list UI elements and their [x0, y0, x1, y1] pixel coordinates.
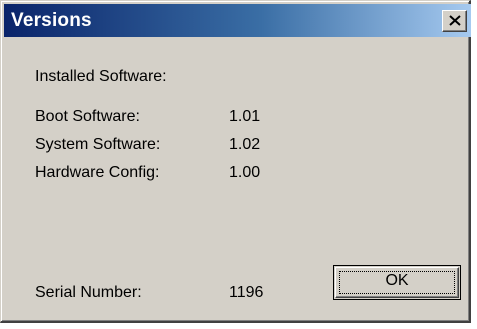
serial-number-value: 1196 [229, 284, 264, 301]
close-button[interactable] [442, 10, 467, 32]
hardware-config-value: 1.00 [229, 164, 261, 181]
hardware-config-label: Hardware Config: [35, 164, 160, 181]
title-bar[interactable]: Versions [4, 4, 471, 37]
installed-software-heading: Installed Software: [35, 68, 167, 85]
boot-software-label: Boot Software: [35, 108, 140, 125]
boot-software-value: 1.01 [229, 108, 261, 125]
ok-button-label: OK [385, 272, 409, 289]
serial-number-label: Serial Number: [35, 284, 142, 301]
dialog-title: Versions [11, 10, 92, 31]
close-icon [449, 15, 461, 26]
ok-button[interactable]: OK [333, 265, 461, 300]
versions-dialog: Versions Installed Software: Boot Softwa… [0, 0, 471, 323]
system-software-value: 1.02 [229, 136, 261, 153]
system-software-label: System Software: [35, 136, 161, 153]
